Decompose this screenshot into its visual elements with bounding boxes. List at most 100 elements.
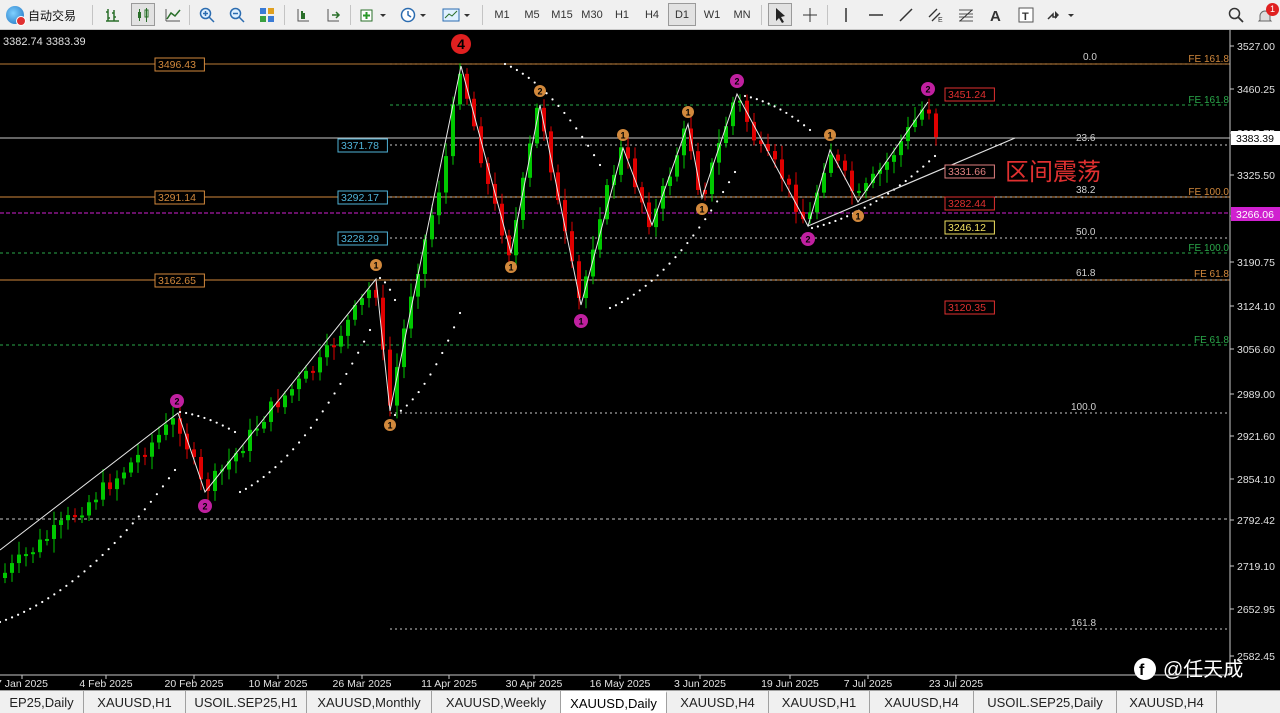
price-tick: 3460.25 [1237, 84, 1275, 96]
svg-text:2: 2 [734, 77, 739, 87]
bar-chart-icon[interactable] [101, 3, 125, 26]
wave-label: 2 [801, 232, 815, 246]
svg-text:2: 2 [925, 85, 930, 95]
svg-text:T: T [1022, 11, 1029, 23]
wave-label: 1 [505, 261, 517, 273]
wave-label: 1 [682, 106, 694, 118]
chart-shift-icon[interactable] [291, 3, 315, 26]
watermark-text: @任天成 [1163, 658, 1243, 681]
chart-tabs: EP25,Daily XAUUSD,H1 USOIL.SEP25,H1 XAUUSD,… [0, 690, 1280, 713]
indicators-icon[interactable] [358, 3, 390, 26]
timeframe-mn[interactable]: MN [728, 3, 756, 26]
chart-tab[interactable]: XAUUSD,H4 [870, 691, 974, 713]
toolbar-separator [482, 5, 483, 25]
price-tick: 2921.60 [1237, 431, 1275, 443]
chart-tab[interactable]: EP25,Daily [0, 691, 84, 713]
price-tick: 2854.10 [1237, 474, 1275, 486]
toolbar-separator [284, 5, 285, 25]
price-chart[interactable]: 3527.003460.253393.753325.503259.253190.… [0, 30, 1280, 690]
chart-tab[interactable]: USOIL.SEP25,Daily [974, 691, 1117, 713]
svg-text:1: 1 [620, 131, 625, 141]
svg-text:1: 1 [685, 108, 690, 118]
notifications-icon[interactable]: 1 [1254, 2, 1279, 26]
wave-label: 1 [617, 129, 629, 141]
date-tick: 4 Feb 2025 [79, 678, 132, 690]
chart-tab[interactable]: XAUUSD,H1 [84, 691, 186, 713]
timeframe-m1[interactable]: M1 [488, 3, 516, 26]
toolbar-separator [189, 5, 190, 25]
trendline-icon[interactable] [894, 3, 918, 26]
target-level-label: 3451.24 [948, 89, 986, 101]
vertical-line-icon[interactable] [834, 3, 858, 26]
date-tick: 26 Mar 2025 [333, 678, 392, 690]
search-icon[interactable] [1224, 3, 1248, 26]
candlestick-icon[interactable] [131, 3, 155, 26]
chart-canvas[interactable]: 3527.003460.253393.753325.503259.253190.… [0, 30, 1280, 690]
timeframe-d1[interactable]: D1 [668, 3, 696, 26]
timeframe-h1[interactable]: H1 [608, 3, 636, 26]
highlight-level-label: 3266.06 [1236, 209, 1274, 221]
svg-text:1: 1 [373, 261, 378, 271]
zoom-in-icon[interactable] [195, 3, 219, 26]
chart-tab[interactable]: XAUUSD,H4 [1117, 691, 1217, 713]
autotrade-button[interactable]: 自动交易 [6, 4, 76, 26]
date-tick: 7 Jul 2025 [844, 678, 893, 690]
svg-text:1: 1 [827, 131, 832, 141]
fib-ratio-label: 38.2 [1076, 185, 1096, 196]
toolbar-separator [827, 5, 828, 25]
cursor-icon[interactable] [768, 3, 792, 26]
price-axis[interactable]: 3527.003460.253393.753325.503259.253190.… [1230, 41, 1280, 663]
timeframe-m5[interactable]: M5 [518, 3, 546, 26]
price-tick: 2989.00 [1237, 389, 1275, 401]
wave-label: 1 [574, 314, 588, 328]
svg-text:1: 1 [508, 263, 513, 273]
chart-tab[interactable]: XAUUSD,H1 [769, 691, 870, 713]
arrows-icon[interactable] [1044, 3, 1080, 26]
fib-level-label: 3292.17 [341, 192, 379, 204]
svg-text:1: 1 [855, 212, 860, 222]
svg-text:2: 2 [174, 397, 179, 407]
chart-tab[interactable]: USOIL.SEP25,H1 [186, 691, 307, 713]
autotrade-icon [6, 6, 26, 26]
fib-level-label: 3496.43 [158, 59, 196, 71]
price-tick: 3056.60 [1237, 344, 1275, 356]
price-tick: 3325.50 [1237, 170, 1275, 182]
autotrade-label: 自动交易 [28, 8, 77, 23]
date-tick: 19 Jun 2025 [761, 678, 819, 690]
toolbar-separator [350, 5, 351, 25]
wave-label: 2 [730, 74, 744, 88]
timeframe-w1[interactable]: W1 [698, 3, 726, 26]
date-tick: 30 Apr 2025 [506, 678, 563, 690]
timeframe-h4[interactable]: H4 [638, 3, 666, 26]
equidistant-channel-icon[interactable]: E [924, 3, 948, 26]
text-label-icon[interactable]: T [1014, 3, 1038, 26]
timeframe-m15[interactable]: M15 [548, 3, 576, 26]
chart-tab[interactable]: XAUUSD,Monthly [307, 691, 432, 713]
zoom-out-icon[interactable] [225, 3, 249, 26]
toolbar-separator [761, 5, 762, 25]
fe-ratio-label: FE 100.0 [1188, 243, 1229, 254]
autoscroll-icon[interactable] [321, 3, 345, 26]
notification-badge: 1 [1266, 2, 1279, 16]
chart-tab[interactable]: XAUUSD,H4 [667, 691, 769, 713]
wave-label: 1 [370, 259, 382, 271]
crosshair-icon[interactable] [798, 3, 822, 26]
template-icon[interactable] [440, 3, 474, 26]
wave-label: 1 [384, 419, 396, 431]
svg-text:E: E [938, 17, 943, 23]
svg-text:2: 2 [202, 502, 207, 512]
facebook-icon: f [1139, 662, 1145, 679]
chart-tab[interactable]: XAUUSD,Weekly [432, 691, 561, 713]
line-chart-icon[interactable] [161, 3, 185, 26]
chart-tab[interactable]: XAUUSD,Daily [561, 691, 667, 713]
timeframe-m30[interactable]: M30 [578, 3, 606, 26]
text-tool-icon[interactable]: A [984, 3, 1008, 26]
fibonacci-icon[interactable] [954, 3, 978, 26]
tile-windows-icon[interactable] [255, 3, 279, 26]
horizontal-line-icon[interactable] [864, 3, 888, 26]
fe-ratio-label: FE 161.8 [1188, 54, 1229, 65]
price-tick: 2652.95 [1237, 604, 1275, 616]
clock-icon[interactable] [398, 3, 430, 26]
wave-label: 2 [534, 85, 546, 97]
fe-ratio-label: FE 161.8 [1188, 95, 1229, 106]
